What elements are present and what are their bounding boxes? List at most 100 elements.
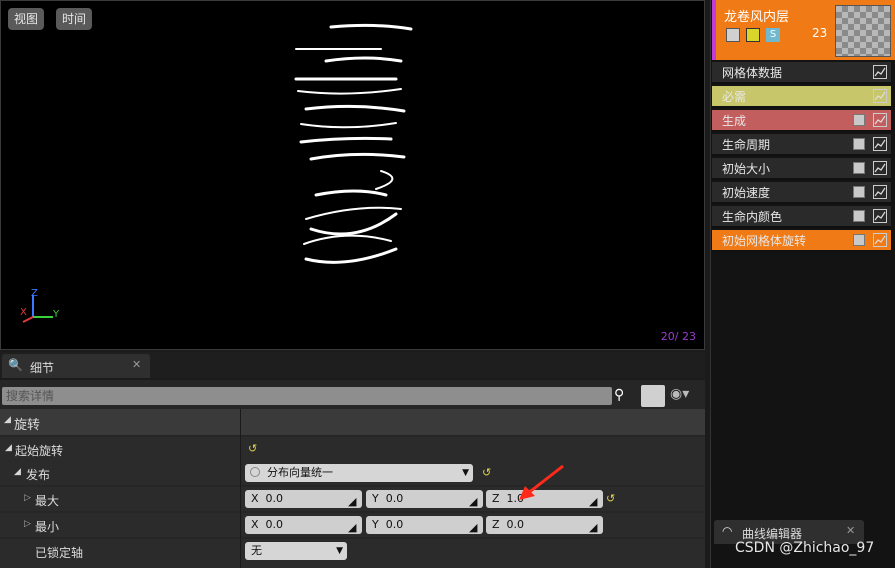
chevron-down-icon: ▼: [462, 468, 469, 478]
emitter-name: 龙卷风内层: [724, 10, 790, 25]
emitter-module[interactable]: 生命周期: [712, 134, 891, 156]
emitter-module[interactable]: 生成: [712, 110, 891, 132]
expand-arrow-icon[interactable]: ▷: [24, 519, 31, 529]
min-label: 最小: [35, 520, 60, 534]
field-z-label: Z: [492, 518, 500, 531]
module-enable-checkbox[interactable]: [853, 186, 865, 198]
locked-axis-value: 无: [251, 544, 262, 557]
close-icon[interactable]: ✕: [132, 358, 141, 371]
search-icon[interactable]: ⚲: [614, 387, 632, 405]
annotation-arrow: [519, 464, 564, 500]
collapse-arrow-icon[interactable]: ◢: [14, 467, 21, 477]
max-y-field[interactable]: Y 0.0 ◢: [366, 490, 483, 508]
category-title: 旋转: [14, 418, 41, 433]
axis-x-label: X: [20, 307, 27, 318]
emitter-module[interactable]: 初始速度: [712, 182, 891, 204]
drag-icon[interactable]: ◢: [469, 519, 479, 534]
emitter-module[interactable]: 初始大小: [712, 158, 891, 180]
emitter-enable-checkbox[interactable]: [726, 28, 740, 42]
module-label: 初始大小: [722, 162, 771, 176]
time-menu-button[interactable]: 时间: [56, 8, 93, 30]
close-icon[interactable]: ✕: [846, 524, 855, 537]
module-enable-checkbox[interactable]: [853, 210, 865, 222]
min-y-field[interactable]: Y 0.0 ◢: [366, 516, 483, 534]
emitter-module[interactable]: 必需: [712, 86, 891, 108]
category-rotation[interactable]: ◢ 旋转: [0, 409, 705, 435]
module-label: 网格体数据: [722, 66, 783, 80]
start-rotation-label: 起始旋转: [15, 444, 64, 458]
module-label: 初始网格体旋转: [722, 234, 807, 248]
curve-icon: ◠: [722, 524, 733, 538]
emitter-thumbnail[interactable]: [835, 5, 891, 57]
emitter-solo-icon[interactable]: S: [766, 28, 780, 42]
distribution-value: 分布向量统一: [267, 466, 333, 479]
field-x-label: X: [251, 518, 259, 531]
distribution-row: ◢ 发布 分布向量统一 ▼ ↺: [0, 461, 705, 485]
module-label: 初始速度: [722, 186, 771, 200]
graph-icon[interactable]: [873, 209, 887, 223]
drag-icon[interactable]: ◢: [348, 493, 358, 508]
graph-icon[interactable]: [873, 185, 887, 199]
max-x-field[interactable]: X 0.0 ◢: [245, 490, 362, 508]
max-y-value: 0.0: [385, 492, 404, 505]
min-z-value: 0.0: [506, 518, 525, 531]
axis-z-label: Z: [31, 288, 38, 299]
module-enable-checkbox[interactable]: [853, 138, 865, 150]
module-enable-checkbox[interactable]: [853, 162, 865, 174]
view-menu-button[interactable]: 视图: [8, 8, 45, 30]
graph-icon[interactable]: [873, 89, 887, 103]
distribution-dropdown[interactable]: 分布向量统一 ▼: [245, 464, 473, 482]
dropdown-radio-icon: [250, 467, 260, 477]
module-enable-checkbox[interactable]: [853, 114, 865, 126]
drag-icon[interactable]: ◢: [589, 493, 599, 508]
emitter-module[interactable]: 生命内颜色: [712, 206, 891, 228]
chevron-down-icon: ▼: [336, 546, 343, 556]
column-divider[interactable]: [240, 409, 241, 568]
max-row: ▷ 最大 X 0.0 ◢ Y 0.0 ◢ Z 1.0 ◢ ↺: [0, 487, 705, 511]
expand-arrow-icon[interactable]: ▷: [24, 493, 31, 503]
max-x-value: 0.0: [265, 492, 284, 505]
graph-icon[interactable]: [873, 233, 887, 247]
emitter-module[interactable]: 网格体数据: [712, 62, 891, 84]
module-label: 生成: [722, 114, 747, 128]
eye-icon[interactable]: ◉▾: [670, 386, 689, 402]
module-label: 必需: [722, 90, 747, 104]
min-x-field[interactable]: X 0.0 ◢: [245, 516, 362, 534]
drag-icon[interactable]: ◢: [348, 519, 358, 534]
graph-icon[interactable]: [873, 137, 887, 151]
details-tab-label: 细节: [30, 361, 55, 375]
locked-axis-dropdown[interactable]: 无 ▼: [245, 542, 347, 560]
locked-axis-label: 已锁定轴: [35, 546, 84, 560]
emitter-module[interactable]: 初始网格体旋转: [712, 230, 891, 252]
particle-preview: [294, 23, 413, 264]
start-rotation-row: ◢ 起始旋转 ↺: [0, 437, 705, 461]
field-x-label: X: [251, 492, 259, 505]
details-tab[interactable]: 🔍 细节 ✕: [2, 354, 150, 378]
collapse-arrow-icon[interactable]: ◢: [5, 443, 12, 453]
search-input[interactable]: 搜索详情: [2, 387, 612, 405]
field-z-label: Z: [492, 492, 500, 505]
module-label: 生命周期: [722, 138, 771, 152]
particle-counter: 20/ 23: [660, 330, 696, 343]
drag-icon[interactable]: ◢: [469, 493, 479, 508]
distribution-label: 发布: [26, 468, 51, 482]
min-z-field[interactable]: Z 0.0 ◢: [486, 516, 603, 534]
details-icon: 🔍: [8, 358, 23, 372]
particle-viewport[interactable]: 视图 时间 Z Y X 20/ 23: [0, 0, 705, 350]
max-label: 最大: [35, 494, 60, 508]
emitter-mode-icon[interactable]: [746, 28, 760, 42]
drag-icon[interactable]: ◢: [589, 519, 599, 534]
view-options-icon[interactable]: [641, 385, 665, 407]
axis-y-label: Y: [53, 309, 60, 320]
emitter-count: 23: [812, 26, 828, 40]
locked-axis-row: 已锁定轴 无 ▼: [0, 539, 705, 568]
min-y-value: 0.0: [385, 518, 404, 531]
reset-icon[interactable]: ↺: [606, 492, 615, 505]
module-enable-checkbox[interactable]: [853, 234, 865, 246]
graph-icon[interactable]: [873, 65, 887, 79]
graph-icon[interactable]: [873, 113, 887, 127]
graph-icon[interactable]: [873, 161, 887, 175]
reset-icon[interactable]: ↺: [248, 442, 257, 455]
reset-icon[interactable]: ↺: [482, 466, 491, 479]
module-label: 生命内颜色: [722, 210, 783, 224]
